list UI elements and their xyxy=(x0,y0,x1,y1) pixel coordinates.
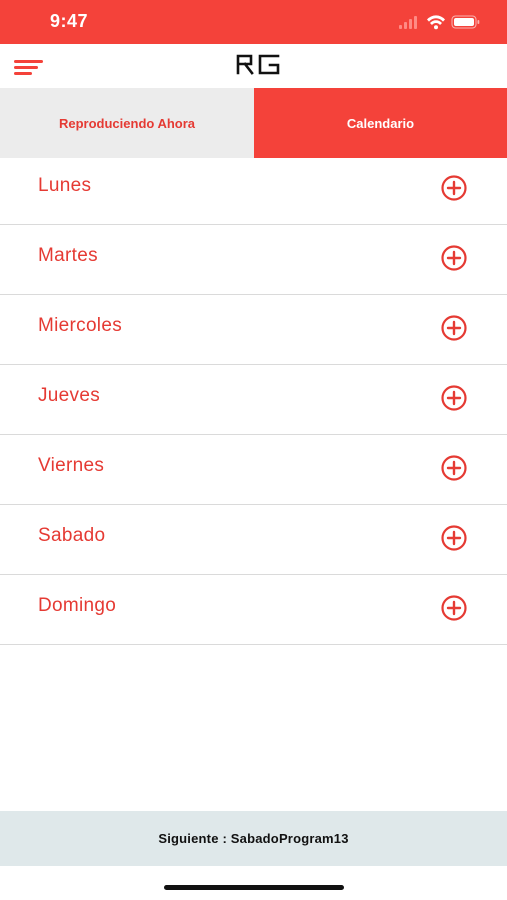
day-list: Lunes Martes Miercoles Jueves Viernes Sa… xyxy=(0,155,507,645)
day-row-martes[interactable]: Martes xyxy=(0,225,507,295)
status-bar: 9:47 xyxy=(0,0,507,44)
app-header xyxy=(0,44,507,89)
day-row-domingo[interactable]: Domingo xyxy=(0,575,507,645)
day-label: Miercoles xyxy=(38,315,122,336)
plus-circle-icon[interactable] xyxy=(441,315,467,341)
tab-bar: Reproduciendo Ahora Calendario xyxy=(0,88,507,158)
app-logo xyxy=(234,51,284,77)
tab-calendario[interactable]: Calendario xyxy=(254,88,507,158)
plus-circle-icon[interactable] xyxy=(441,525,467,551)
next-program-label: Siguiente : SabadoProgram13 xyxy=(158,831,349,846)
plus-circle-icon[interactable] xyxy=(441,245,467,271)
tab-reproduciendo-ahora[interactable]: Reproduciendo Ahora xyxy=(0,88,254,158)
day-label: Lunes xyxy=(38,175,92,196)
plus-circle-icon[interactable] xyxy=(441,385,467,411)
day-row-viernes[interactable]: Viernes xyxy=(0,435,507,505)
day-row-sabado[interactable]: Sabado xyxy=(0,505,507,575)
hamburger-menu-icon[interactable] xyxy=(14,56,44,78)
wifi-icon xyxy=(427,15,445,30)
day-label: Domingo xyxy=(38,595,117,616)
plus-circle-icon[interactable] xyxy=(441,175,467,201)
day-label: Sabado xyxy=(38,525,106,546)
status-time: 9:47 xyxy=(50,11,89,31)
day-label: Viernes xyxy=(38,455,105,476)
signal-icon xyxy=(399,16,417,29)
day-label: Jueves xyxy=(38,385,101,406)
day-row-jueves[interactable]: Jueves xyxy=(0,365,507,435)
status-icons xyxy=(399,14,481,30)
home-indicator[interactable] xyxy=(164,885,344,890)
plus-circle-icon[interactable] xyxy=(441,455,467,481)
battery-icon xyxy=(451,15,480,29)
day-row-lunes[interactable]: Lunes xyxy=(0,155,507,225)
day-label: Martes xyxy=(38,245,98,266)
next-program-bar: Siguiente : SabadoProgram13 xyxy=(0,811,507,866)
plus-circle-icon[interactable] xyxy=(441,595,467,621)
day-row-miercoles[interactable]: Miercoles xyxy=(0,295,507,365)
